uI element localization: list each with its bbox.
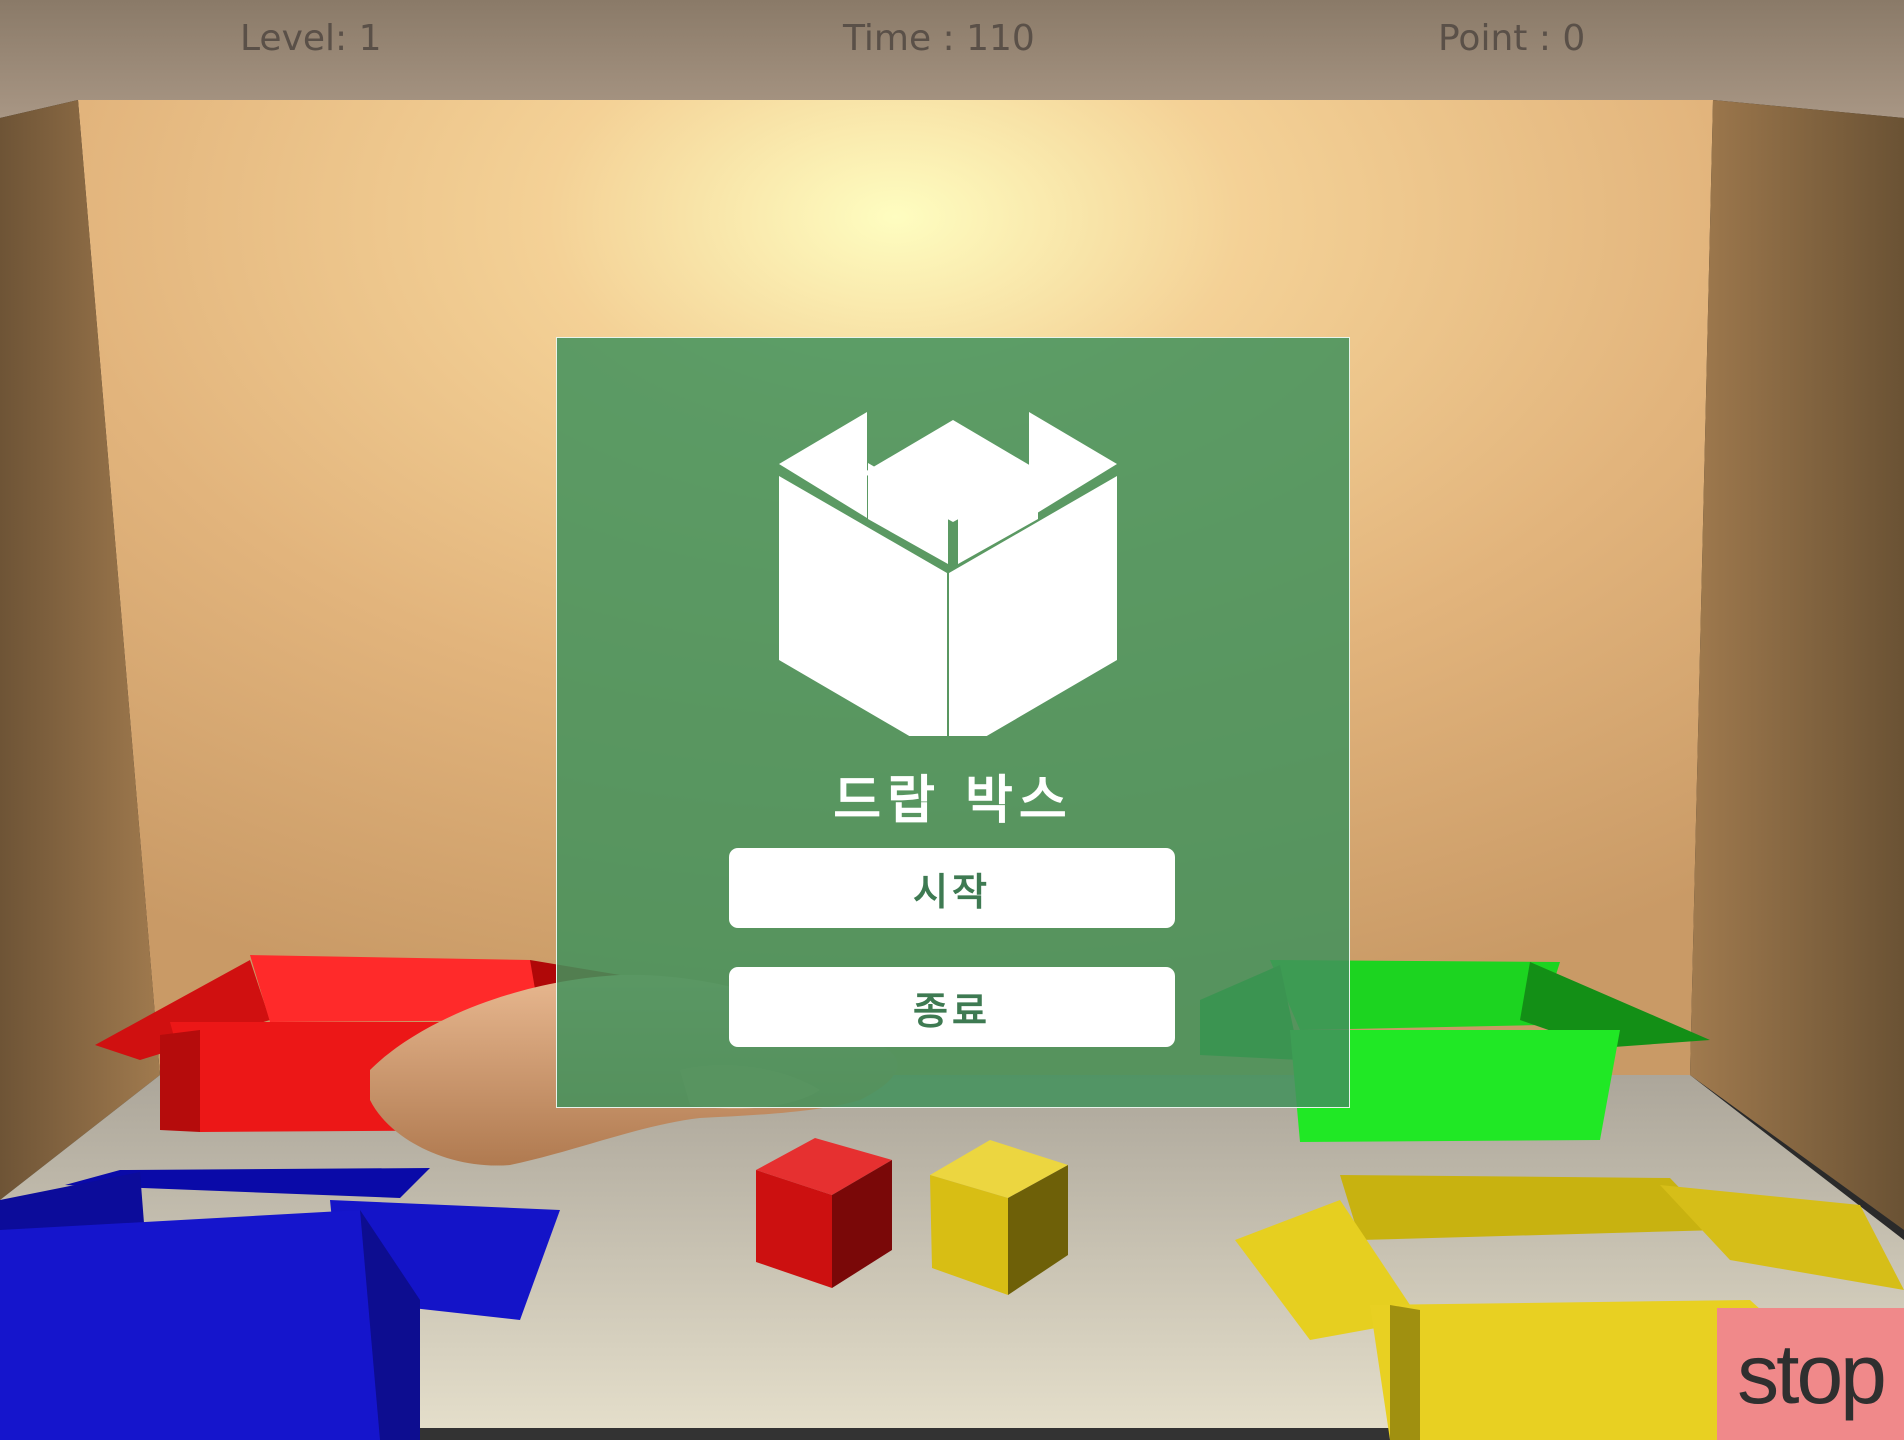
exit-button[interactable]: 종료 xyxy=(729,967,1175,1047)
point-label: Point : 0 xyxy=(1438,18,1586,59)
main-menu-panel: 드랍 박스 시작 종료 xyxy=(556,337,1350,1108)
stop-button[interactable]: stop xyxy=(1717,1308,1904,1440)
game-title: 드랍 박스 xyxy=(833,771,1073,831)
open-box-icon xyxy=(779,412,1117,736)
time-label: Time : 110 xyxy=(843,18,1035,59)
start-button[interactable]: 시작 xyxy=(729,848,1175,928)
level-label: Level: 1 xyxy=(240,18,382,59)
right-wall xyxy=(1690,100,1904,1230)
